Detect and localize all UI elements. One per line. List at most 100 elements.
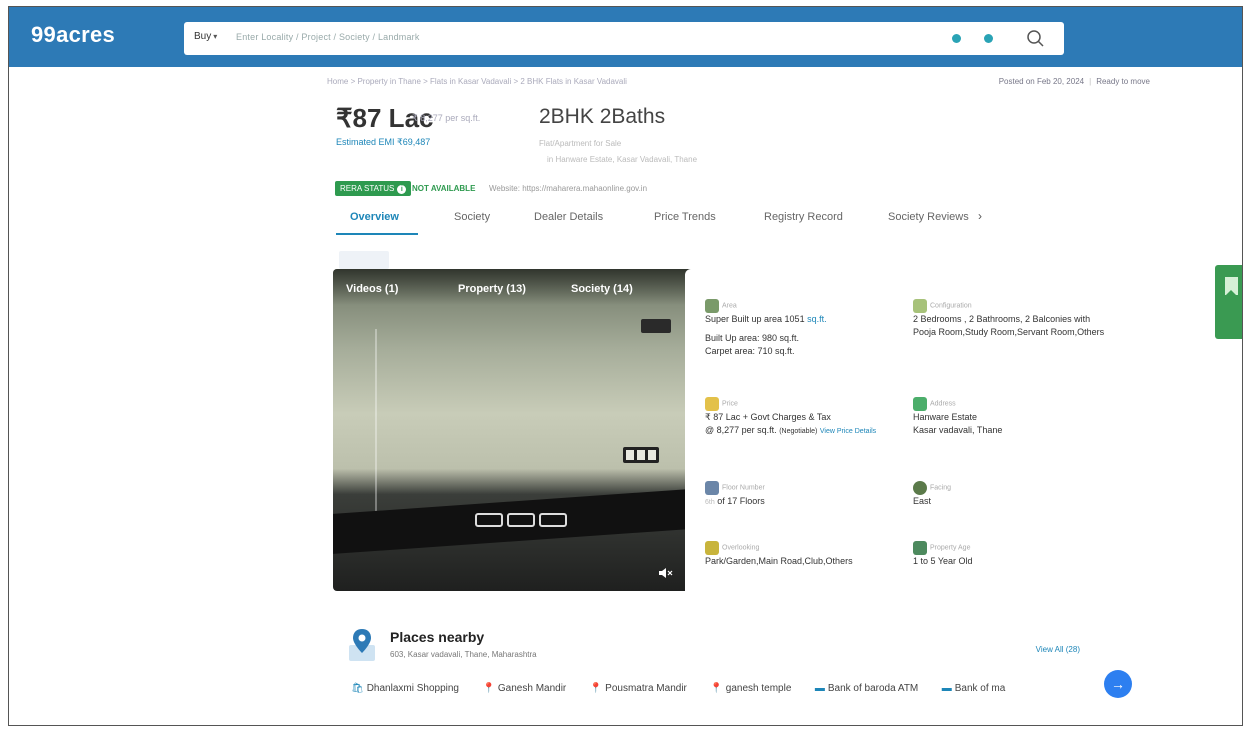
listing-type: Flat/Apartment for Sale [539, 139, 622, 148]
emi-link[interactable]: Estimated EMI ₹69,487 [336, 137, 430, 148]
area-icon [705, 299, 719, 313]
stove [473, 509, 603, 539]
facing-value: East [913, 496, 932, 506]
detail-overlooking-label: Overlooking [722, 544, 760, 552]
bookmark-icon [1225, 277, 1238, 296]
mute-icon[interactable] [659, 567, 673, 579]
page-frame: 99acres Buy ▾ Enter Locality / Project / … [8, 6, 1243, 726]
bank-icon: ▬ [941, 683, 952, 695]
rera-website[interactable]: Website: https://maharera.mahaonline.gov… [489, 184, 647, 193]
price-per-sqft-detail: @ 8,277 per sq.ft. [705, 425, 777, 435]
tab-price-trends[interactable]: Price Trends [654, 211, 716, 223]
tab-dealer-details[interactable]: Dealer Details [534, 211, 603, 223]
place-chip[interactable]: 📍 Ganesh Mandir [482, 683, 566, 694]
configuration-value: 2 Bedrooms , 2 Bathrooms, 2 Balconies wi… [913, 314, 1105, 337]
place-chip-label: Bank of baroda ATM [827, 683, 919, 695]
site-logo[interactable]: 99acres [31, 22, 115, 48]
listing-title: 2BHK 2Baths [539, 105, 666, 128]
rera-badge-label: RERA STATUS [340, 184, 395, 193]
address-line2: Kasar vadavali, Thane [913, 425, 1003, 435]
overlooking-icon [705, 541, 719, 555]
compass-icon [913, 481, 927, 495]
detail-area: Area Super Built up area 1051 sq.ft. Bui… [705, 299, 875, 358]
buy-dropdown[interactable]: Buy ▾ [194, 31, 217, 42]
faint-placeholder [339, 251, 389, 269]
chips-next-button[interactable]: → [1104, 670, 1132, 698]
top-navbar: 99acres Buy ▾ Enter Locality / Project / … [9, 7, 1242, 67]
map-pin-icon [349, 629, 375, 661]
place-chip-label: Bank of ma [954, 683, 1006, 695]
listing-location: in Hanware Estate, Kasar Vadavali, Thane [547, 155, 698, 164]
tab-society[interactable]: Society [454, 211, 490, 223]
bank-icon: ▬ [814, 683, 825, 695]
media-tab-society[interactable]: Society (14) [571, 283, 633, 295]
wall-tile-line [375, 329, 377, 529]
detail-facing: Facing East [913, 481, 1033, 508]
place-chip-label: ganesh temple [725, 683, 792, 695]
posted-date: Posted on Feb 20, 2024 [998, 77, 1085, 86]
location-pin-icon: 📍 [710, 683, 723, 695]
detail-configuration: Configuration 2 Bedrooms , 2 Bathrooms, … [913, 299, 1113, 339]
places-address: 603, Kasar vadavali, Thane, Maharashtra [390, 650, 537, 659]
carpet-area: Carpet area: 710 sq.ft. [705, 346, 795, 356]
place-chip[interactable]: ▬ Bank of baroda ATM [815, 683, 918, 694]
location-pin-icon: 📍 [589, 683, 603, 695]
wall-socket [641, 319, 671, 333]
property-details-panel: Area Super Built up area 1051 sq.ft. Bui… [685, 269, 1104, 591]
address-icon [913, 397, 927, 411]
detail-floor-label: Floor Number [722, 484, 765, 492]
breadcrumb[interactable]: Home > Property in Thane > Flats in Kasa… [327, 77, 627, 86]
switch-board [623, 447, 659, 463]
view-price-details-link[interactable]: View Price Details [820, 428, 876, 435]
place-chip[interactable]: ▬ Bank of ma [942, 683, 1006, 694]
detail-price: Price ₹ 87 Lac + Govt Charges & Tax @ 8,… [705, 397, 890, 438]
active-tab-indicator [336, 233, 418, 235]
floor-number: 6th [705, 499, 715, 506]
search-input[interactable]: Enter Locality / Project / Society / Lan… [236, 32, 420, 42]
place-chip[interactable]: 📍 Pousmatra Mandir [590, 683, 687, 694]
buy-dropdown-label: Buy [194, 31, 212, 42]
price-detail: ₹ 87 Lac + Govt Charges & Tax [705, 412, 831, 422]
tab-overview[interactable]: Overview [350, 211, 399, 223]
detail-facing-label: Facing [930, 484, 952, 492]
place-chip[interactable]: 🛍 Dhanlaxmi Shopping [351, 683, 459, 694]
place-chip[interactable]: 📍 ganesh temple [710, 683, 791, 694]
detail-floor: Floor Number 6th of 17 Floors [705, 481, 875, 509]
tab-registry-record[interactable]: Registry Record [764, 211, 843, 223]
detail-property-age: Property Age 1 to 5 Year Old [913, 541, 1033, 568]
search-bar[interactable]: Buy ▾ Enter Locality / Project / Society … [184, 22, 1064, 55]
mic-icon[interactable] [984, 34, 993, 43]
chevron-right-icon[interactable]: › [978, 209, 982, 223]
detail-address-label: Address [930, 400, 956, 408]
view-all-link[interactable]: View All (28) [1036, 645, 1080, 654]
configuration-icon [913, 299, 927, 313]
media-tab-videos[interactable]: Videos (1) [346, 283, 398, 295]
tab-society-reviews[interactable]: Society Reviews [888, 211, 969, 223]
overlooking-value: Park/Garden,Main Road,Club,Others [705, 556, 853, 566]
posted-info: Posted on Feb 20, 2024 | Ready to move [998, 77, 1150, 86]
search-icon[interactable] [1024, 27, 1046, 49]
shortlist-side-tab[interactable] [1215, 265, 1242, 339]
info-icon[interactable]: i [397, 185, 407, 194]
location-icon[interactable] [952, 34, 961, 43]
floor-icon [705, 481, 719, 495]
rera-status-badge[interactable]: RERA STATUS i [335, 181, 412, 196]
unit-dropdown[interactable]: sq.ft. [807, 314, 827, 324]
built-up-area: Built Up area: 980 sq.ft. [705, 333, 800, 343]
detail-configuration-label: Configuration [930, 302, 972, 310]
detail-property-age-label: Property Age [930, 544, 971, 552]
price-icon [705, 397, 719, 411]
places-chips: 🛍 Dhanlaxmi Shopping 📍 Ganesh Mandir 📍 Pous… [351, 680, 1131, 704]
place-chip-label: Dhanlaxmi Shopping [366, 683, 459, 695]
place-chip-label: Pousmatra Mandir [605, 683, 687, 695]
detail-price-label: Price [722, 400, 738, 408]
section-tabs: Overview Society Dealer Details Price Tr… [336, 207, 1026, 237]
super-built-up-area: Super Built up area 1051 [705, 314, 805, 324]
location-pin-icon: 📍 [482, 683, 495, 695]
shopping-icon: 🛍 [351, 683, 364, 695]
media-gallery[interactable]: Videos (1) Property (13) Society (14) [333, 269, 703, 591]
place-chip-label: Ganesh Mandir [497, 683, 567, 695]
media-tab-property[interactable]: Property (13) [458, 283, 526, 295]
detail-area-label: Area [722, 302, 737, 310]
property-age-value: 1 to 5 Year Old [913, 556, 973, 566]
